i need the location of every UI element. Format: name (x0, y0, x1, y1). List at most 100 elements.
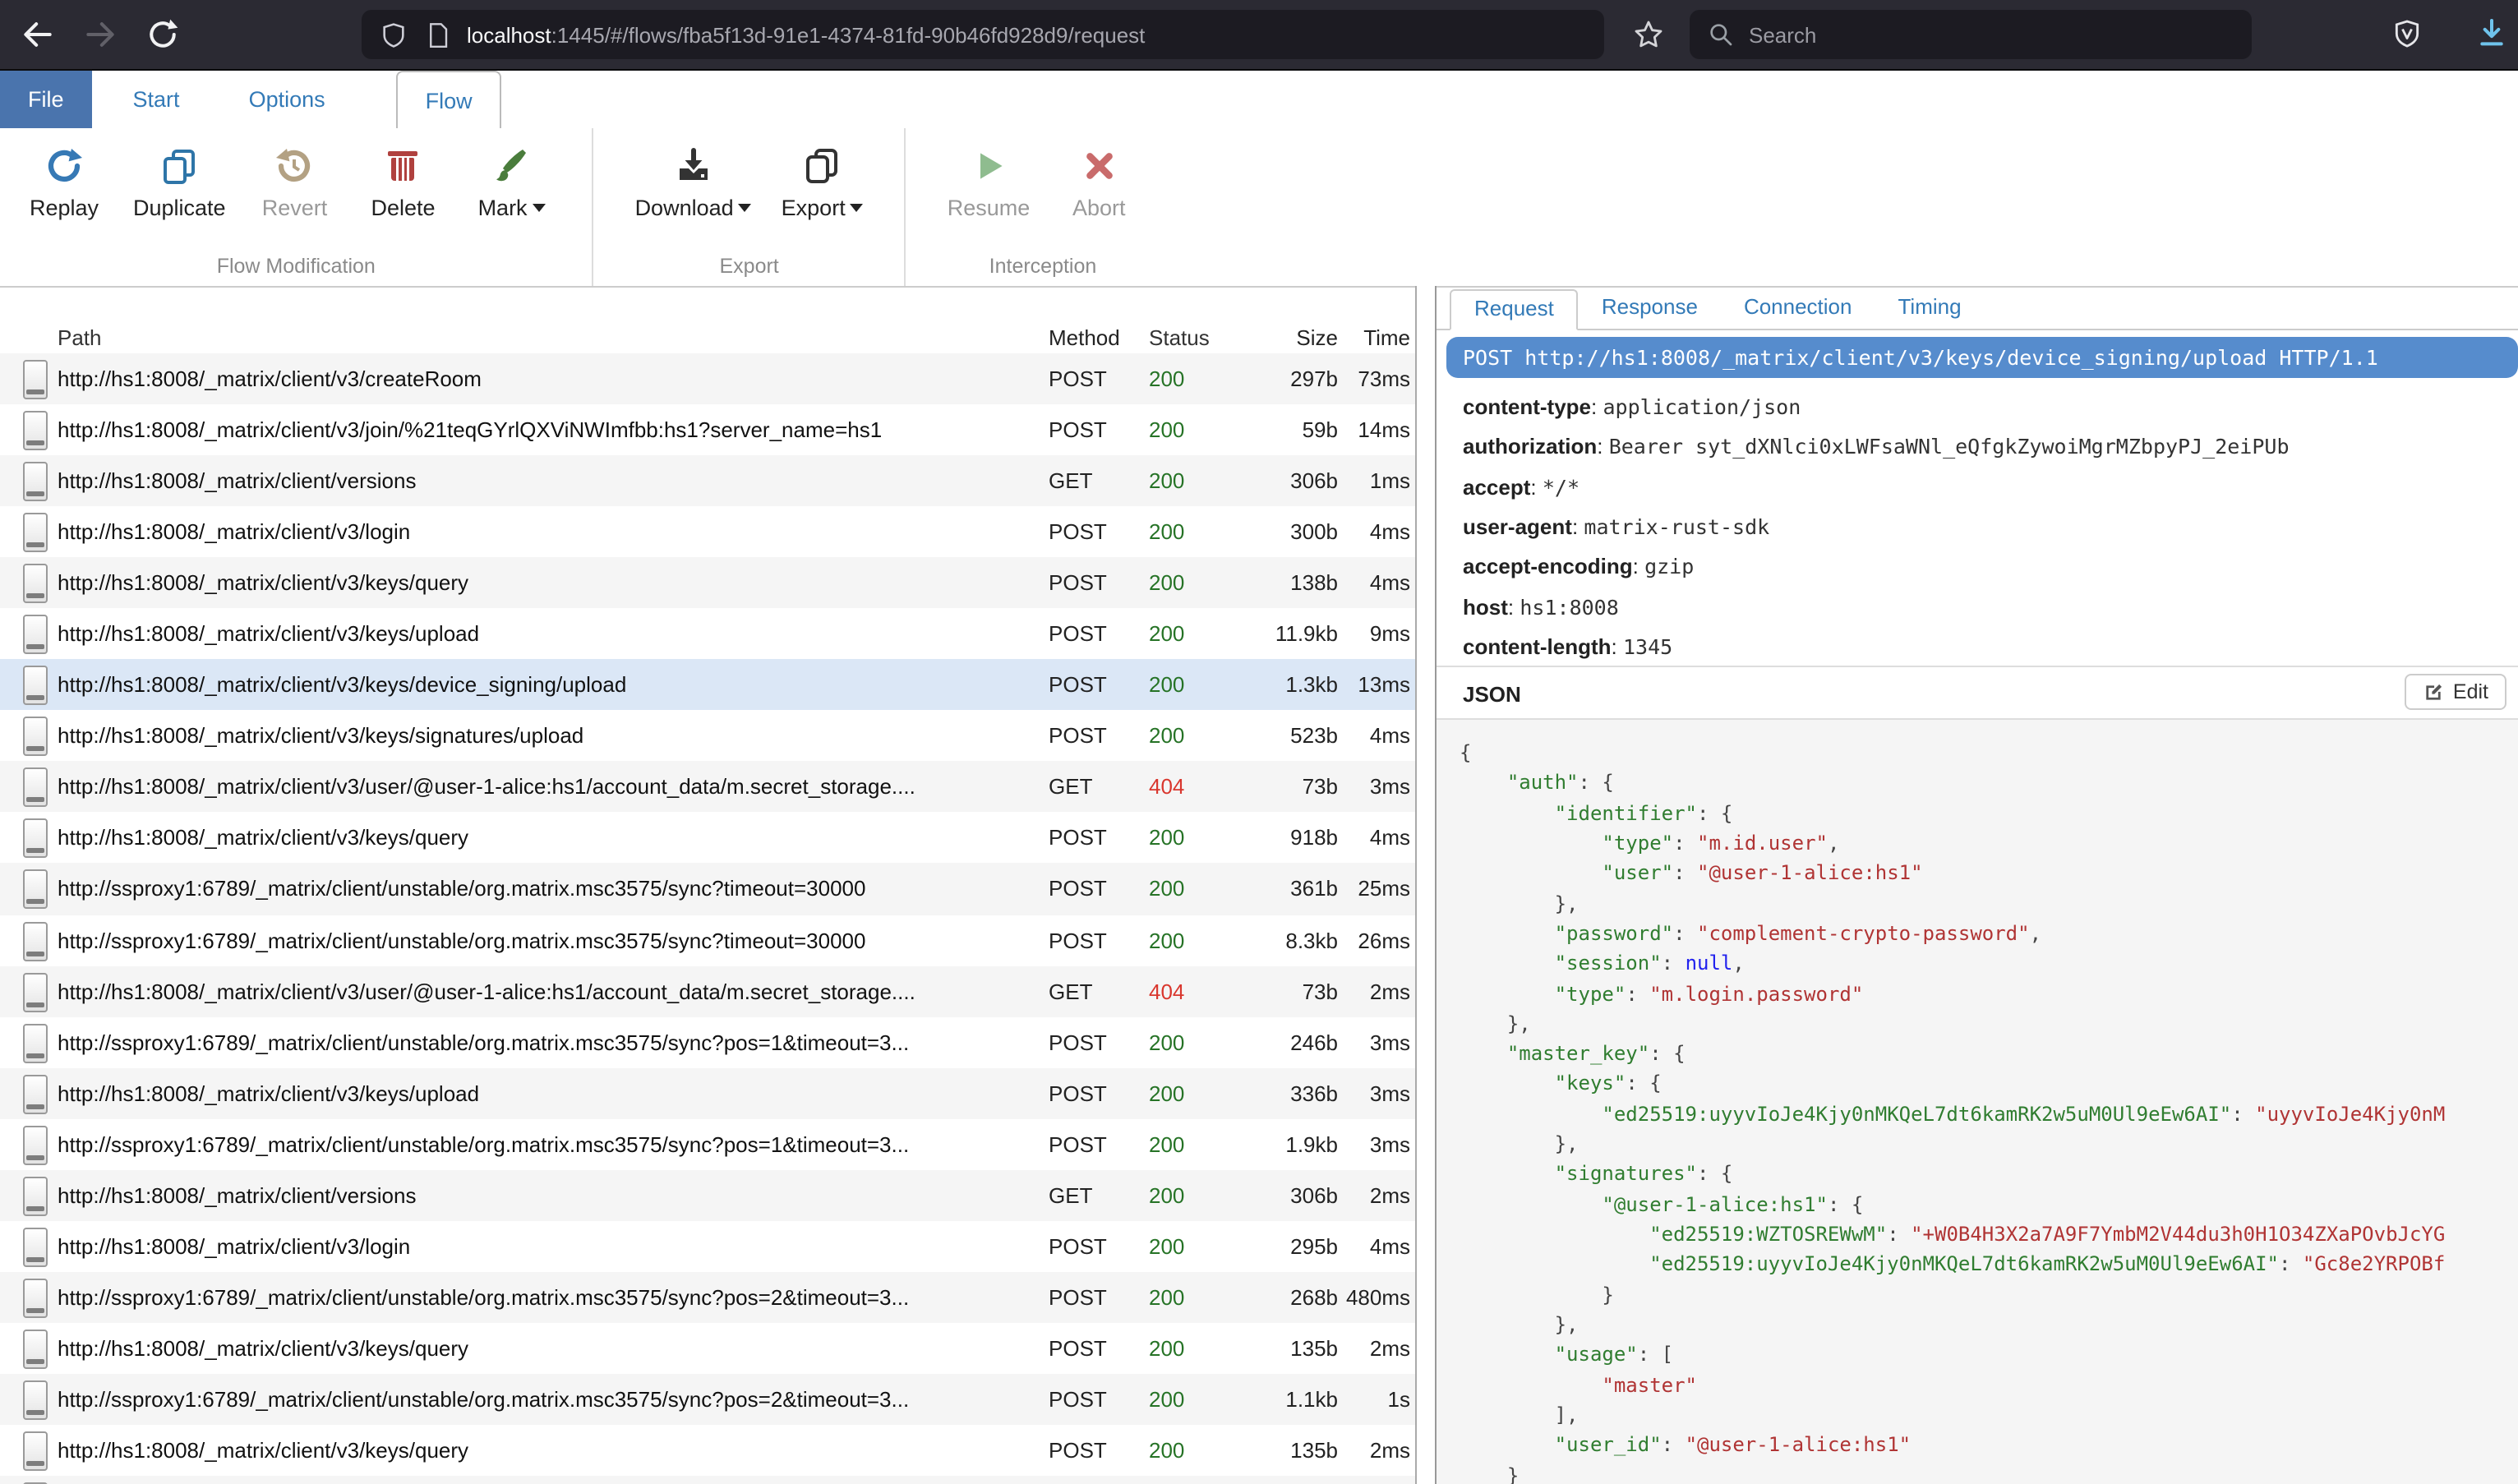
column-path[interactable]: Path (0, 325, 1049, 350)
column-method[interactable]: Method (1049, 325, 1149, 350)
flow-row[interactable]: http://hs1:8008/_matrix/client/v3/keys/q… (0, 557, 1415, 608)
tab-connection[interactable]: Connection (1721, 289, 1875, 329)
flow-row[interactable]: http://ssproxy1:6789/_matrix/client/unst… (0, 1016, 1415, 1067)
document-icon (23, 1125, 48, 1164)
flow-row[interactable]: http://hs1:8008/_matrix/client/v3/join/%… (0, 404, 1415, 455)
flow-row[interactable]: http://hs1:8008/_matrix/client/v3/keys/u… (0, 608, 1415, 659)
menu-file[interactable]: File (0, 71, 92, 128)
delete-button[interactable]: Delete (349, 141, 458, 220)
revert-button[interactable]: Revert (241, 141, 349, 220)
mark-button[interactable]: Mark (458, 141, 566, 220)
flow-row[interactable]: http://hs1:8008/_matrix/client/v3/user/@… (0, 762, 1415, 813)
request-line[interactable]: POST http://hs1:8008/_matrix/client/v3/k… (1446, 337, 2518, 378)
menu-start[interactable]: Start (105, 71, 208, 128)
flow-path: http://hs1:8008/_matrix/client/v3/create… (0, 366, 1049, 391)
export-button[interactable]: Export (767, 141, 879, 220)
flow-method: POST (1049, 417, 1149, 442)
reload-icon[interactable] (145, 16, 181, 53)
revert-label: Revert (262, 196, 328, 220)
flow-row[interactable]: http://hs1:8008/_matrix/client/versions … (0, 455, 1415, 506)
flow-toolbar: Replay Duplicate Revert Delete Mark Flow… (0, 128, 2518, 288)
flow-path: http://ssproxy1:6789/_matrix/client/unst… (0, 877, 1049, 901)
flow-method: POST (1049, 1387, 1149, 1412)
url-bar[interactable]: localhost:1445/#/flows/fba5f13d-91e1-437… (362, 10, 1604, 59)
download-label: Download (635, 196, 752, 220)
resume-button[interactable]: Resume (933, 141, 1045, 220)
flow-path: http://ssproxy1:6789/_matrix/client/unst… (0, 1387, 1049, 1412)
flow-time: 480ms (1338, 1285, 1410, 1310)
flow-status: 200 (1149, 519, 1231, 544)
menu-options[interactable]: Options (221, 71, 353, 128)
flow-method: GET (1049, 468, 1149, 493)
flow-time: 3ms (1338, 1131, 1410, 1156)
flow-size: 297b (1231, 366, 1338, 391)
flow-method: GET (1049, 979, 1149, 1003)
replay-button[interactable]: Replay (10, 141, 118, 220)
url-host: localhost (467, 22, 551, 47)
flow-row[interactable]: http://ssproxy1:6789/_matrix/client/unst… (0, 915, 1415, 966)
flow-time: 2ms (1338, 1183, 1410, 1208)
duplicate-button[interactable]: Duplicate (118, 141, 241, 220)
group-caption-export: Export (594, 255, 905, 278)
flow-list-scrollbar[interactable] (1417, 286, 1437, 1484)
duplicate-icon (159, 141, 199, 191)
flow-size: 300b (1231, 519, 1338, 544)
flow-row[interactable]: http://hs1:8008/_matrix/client/v3/keys/q… (0, 1323, 1415, 1374)
flow-method: GET (1049, 1183, 1149, 1208)
tab-request[interactable]: Request (1450, 289, 1579, 330)
downloads-icon[interactable] (2475, 16, 2508, 49)
search-field[interactable]: Search (1690, 10, 2252, 59)
flow-row[interactable]: http://ssproxy1:6789/_matrix/client/unst… (0, 864, 1415, 915)
menu-bar: File Start Options Flow (0, 71, 2518, 130)
document-icon (23, 513, 48, 552)
page-icon[interactable] (426, 21, 450, 48)
menu-flow[interactable]: Flow (396, 71, 502, 130)
header-name: accept-encoding (1463, 555, 1633, 579)
flow-status: 200 (1149, 468, 1231, 493)
flow-row[interactable]: http://ssproxy1:6789/_matrix/client/unst… (0, 1272, 1415, 1323)
play-icon (971, 141, 1007, 191)
column-status[interactable]: Status (1149, 325, 1231, 350)
document-icon (23, 1177, 48, 1216)
flow-row[interactable]: http://hs1:8008/_matrix/client/v3/user/@… (0, 966, 1415, 1016)
flow-row[interactable]: http://hs1:8008/_matrix/client/versions … (0, 1170, 1415, 1221)
url-text[interactable]: localhost:1445/#/flows/fba5f13d-91e1-437… (467, 22, 1145, 47)
document-icon (23, 411, 48, 450)
flow-size: 1.3kb (1231, 673, 1338, 698)
flow-time: 3ms (1338, 1030, 1410, 1054)
flow-row[interactable]: http://hs1:8008/_matrix/client/v3/keys/q… (0, 813, 1415, 864)
flow-method: POST (1049, 1336, 1149, 1361)
column-time[interactable]: Time (1338, 325, 1410, 350)
flow-list-header[interactable]: Path Method Status Size Time (0, 286, 1415, 360)
flow-row[interactable]: http://ssproxy1:6789/_matrix/client/unst… (0, 1374, 1415, 1425)
flow-row[interactable]: http://hs1:8008/_matrix/client/v3/keys/d… (0, 660, 1415, 711)
flow-row[interactable]: http://hs1:8008/_matrix/client/v3/login … (0, 1221, 1415, 1272)
flow-time: 3ms (1338, 1081, 1410, 1105)
forward-icon[interactable] (82, 16, 118, 53)
abort-button[interactable]: Abort (1045, 141, 1153, 220)
shield-icon[interactable] (380, 21, 408, 48)
flow-method: POST (1049, 366, 1149, 391)
chevron-down-icon (533, 204, 546, 212)
extension-shield-icon[interactable] (2391, 18, 2423, 49)
header-value: gzip (1644, 555, 1694, 579)
tab-response[interactable]: Response (1579, 289, 1721, 329)
flow-row[interactable]: http://hs1:8008/_matrix/client/v3/login … (0, 506, 1415, 557)
flow-row[interactable]: http://hs1:8008/_matrix/client/v3/keys/q… (0, 1425, 1415, 1476)
back-icon[interactable] (20, 16, 56, 53)
download-button[interactable]: Download (620, 141, 767, 220)
flow-row[interactable]: http://hs1:8008/_matrix/client/v3/create… (0, 353, 1415, 404)
column-size[interactable]: Size (1231, 325, 1338, 350)
flow-method: POST (1049, 1081, 1149, 1105)
bookmark-star-icon[interactable] (1632, 18, 1665, 51)
json-code[interactable]: { "auth": { "identifier": { "type": "m.i… (1437, 718, 2518, 1484)
document-icon (23, 1023, 48, 1062)
flow-time: 13ms (1338, 673, 1410, 698)
tab-timing[interactable]: Timing (1875, 289, 1985, 329)
flow-row-partial[interactable] (0, 1476, 1415, 1484)
flow-row[interactable]: http://hs1:8008/_matrix/client/v3/keys/s… (0, 711, 1415, 762)
edit-button[interactable]: Edit (2405, 674, 2506, 710)
flow-path: http://hs1:8008/_matrix/client/v3/keys/s… (0, 724, 1049, 749)
flow-row[interactable]: http://ssproxy1:6789/_matrix/client/unst… (0, 1118, 1415, 1169)
flow-row[interactable]: http://hs1:8008/_matrix/client/v3/keys/u… (0, 1067, 1415, 1118)
